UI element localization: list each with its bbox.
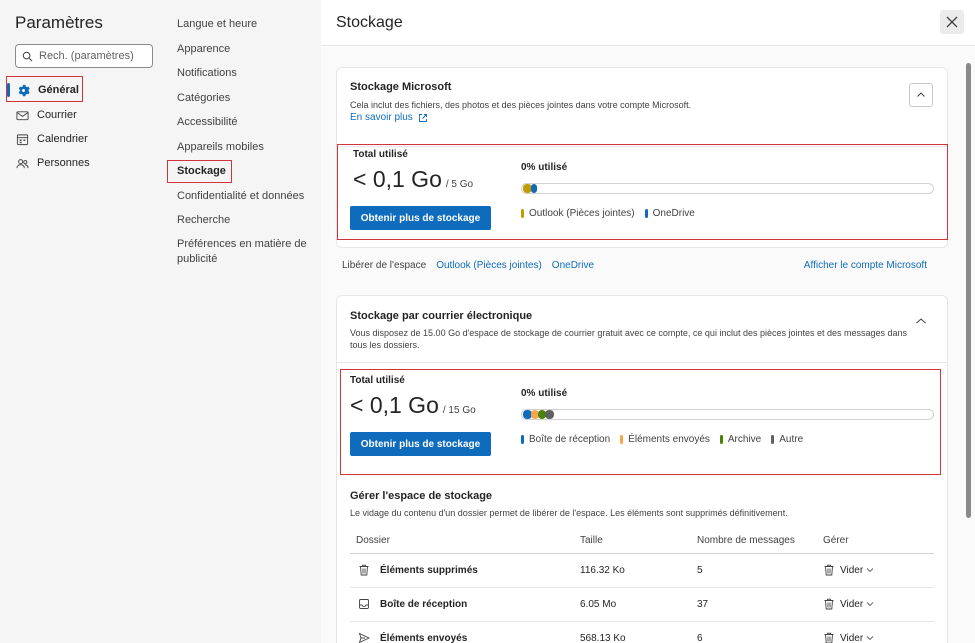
empty-label: Vider (840, 598, 864, 610)
settings-nav: Paramètres Général Courrier Calendrier P… (0, 0, 166, 643)
empty-label: Vider (840, 632, 864, 643)
column-folder: Dossier (350, 529, 580, 554)
folder-cell: Éléments supprimés (350, 553, 580, 588)
count-cell: 5 (697, 553, 823, 588)
search-icon (22, 51, 33, 61)
search-input[interactable] (39, 50, 149, 62)
chevron-up-icon (916, 318, 926, 324)
category-label: Courrier (37, 109, 77, 121)
settings-search[interactable] (15, 44, 153, 68)
manage-cell: Vider (823, 553, 934, 588)
trash-icon (824, 564, 834, 576)
chevron-down-icon (866, 636, 874, 641)
trash-icon (824, 632, 834, 643)
category-label: Personnes (37, 157, 90, 169)
collapse-button[interactable] (909, 83, 933, 107)
folder-cell: Éléments envoyés (350, 621, 580, 643)
category-calendar[interactable]: Calendrier (16, 129, 88, 149)
table-row: Éléments envoyés 568.13 Ko 6 Vider (350, 621, 934, 643)
folder-name: Boîte de réception (380, 598, 468, 610)
scrollbar[interactable] (966, 63, 971, 518)
people-icon (16, 158, 29, 168)
external-link-icon (418, 113, 427, 122)
submenu-language[interactable]: Langue et heure (177, 17, 312, 32)
inbox-icon (359, 599, 369, 609)
page-title: Stockage (336, 14, 403, 31)
send-icon (358, 632, 370, 643)
storage-content[interactable]: Stockage Microsoft Cela inclut des fichi… (321, 47, 975, 643)
table-header-row: Dossier Taille Nombre de messages Gérer (350, 529, 934, 554)
manage-storage-heading: Gérer l'espace de stockage (350, 490, 493, 502)
chevron-up-icon (917, 92, 925, 97)
highlight-box (340, 369, 941, 475)
microsoft-storage-description: Cela inclut des fichiers, des photos et … (350, 100, 692, 110)
empty-folder-button[interactable]: Vider (823, 598, 934, 610)
count-cell: 37 (697, 587, 823, 622)
folder-cell: Boîte de réception (350, 587, 580, 622)
close-button[interactable] (940, 10, 964, 34)
submenu-ad-preferences[interactable]: Préférences en matière de publicité (177, 237, 312, 267)
submenu-categories[interactable]: Catégories (177, 91, 312, 106)
size-cell: 568.13 Ko (580, 621, 697, 643)
storage-panel: Stockage Stockage Microsoft Cela inclut … (321, 0, 975, 643)
folder-name: Éléments envoyés (380, 632, 468, 643)
manage-cell: Vider (823, 587, 934, 622)
free-space-label: Libérer de l'espace (342, 260, 427, 271)
chevron-down-icon (866, 602, 874, 607)
free-space-row: Libérer de l'espace Outlook (Pièces join… (342, 260, 937, 271)
folders-table: Dossier Taille Nombre de messages Gérer … (350, 529, 934, 643)
trash-icon (359, 564, 369, 576)
free-outlook-link[interactable]: Outlook (Pièces jointes) (436, 260, 542, 271)
panel-header: Stockage (321, 0, 975, 46)
highlight-box (167, 160, 232, 183)
view-microsoft-account-link[interactable]: Afficher le compte Microsoft (804, 260, 927, 271)
manage-cell: Vider (823, 621, 934, 643)
manage-storage-description: Le vidage du contenu d'un dossier permet… (350, 508, 788, 518)
chevron-down-icon (866, 568, 874, 573)
category-label: Calendrier (37, 133, 88, 145)
free-onedrive-link[interactable]: OneDrive (552, 260, 594, 271)
category-mail[interactable]: Courrier (16, 105, 77, 125)
mail-storage-description: Vous disposez de 15.00 Go d'espace de st… (350, 328, 908, 350)
submenu-privacy[interactable]: Confidentialité et données (177, 189, 312, 204)
submenu-search[interactable]: Recherche (177, 213, 312, 228)
count-cell: 6 (697, 621, 823, 643)
mail-storage-heading: Stockage par courrier électronique (350, 310, 533, 322)
settings-title: Paramètres (15, 13, 103, 32)
microsoft-storage-heading: Stockage Microsoft (350, 81, 452, 93)
column-size: Taille (580, 529, 697, 554)
submenu-accessibility[interactable]: Accessibilité (177, 115, 312, 130)
empty-label: Vider (840, 564, 864, 576)
general-submenu: Langue et heure Apparence Notifications … (166, 0, 321, 643)
highlight-box (6, 76, 83, 102)
column-count: Nombre de messages (697, 529, 823, 554)
learn-more-label: En savoir plus (350, 112, 413, 123)
submenu-appearance[interactable]: Apparence (177, 42, 312, 57)
table-row: Boîte de réception 6.05 Mo 37 Vider (350, 587, 934, 622)
category-people[interactable]: Personnes (16, 153, 90, 173)
trash-icon (824, 598, 834, 610)
folder-name: Éléments supprimés (380, 564, 478, 576)
submenu-mobile-devices[interactable]: Appareils mobiles (177, 140, 312, 155)
table-row: Éléments supprimés 116.32 Ko 5 Vider (350, 553, 934, 588)
calendar-icon (16, 133, 29, 145)
highlight-box (337, 144, 948, 240)
learn-more-link[interactable]: En savoir plus (350, 112, 428, 123)
column-manage: Gérer (823, 529, 934, 554)
empty-folder-button[interactable]: Vider (823, 564, 934, 576)
collapse-button[interactable] (915, 316, 927, 329)
close-icon (946, 16, 958, 28)
size-cell: 6.05 Mo (580, 587, 697, 622)
empty-folder-button[interactable]: Vider (823, 632, 934, 643)
size-cell: 116.32 Ko (580, 553, 697, 588)
submenu-notifications[interactable]: Notifications (177, 66, 312, 81)
divider (337, 362, 947, 363)
mail-icon (16, 110, 29, 120)
